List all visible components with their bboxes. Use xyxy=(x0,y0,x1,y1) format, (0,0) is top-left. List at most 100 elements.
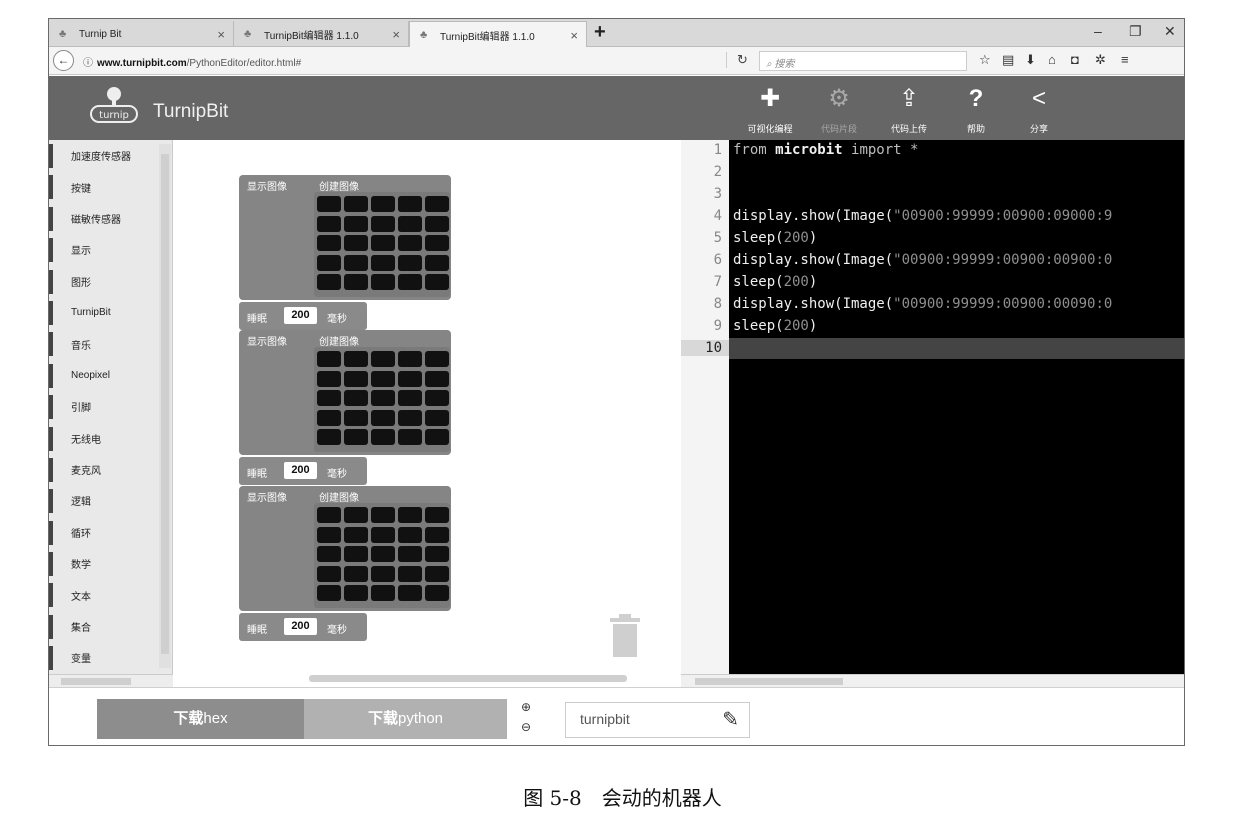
led-cell[interactable] xyxy=(371,370,395,387)
led-cell[interactable] xyxy=(398,390,422,406)
code-line[interactable]: sleep(200) xyxy=(733,274,817,290)
led-cell[interactable] xyxy=(425,507,449,523)
reload-icon[interactable]: ↻ xyxy=(726,52,748,68)
led-cell[interactable] xyxy=(425,585,449,601)
create-image-block[interactable] xyxy=(314,503,450,608)
sleep-block[interactable]: 睡眠 200 毫秒 xyxy=(239,302,367,330)
led-cell[interactable] xyxy=(317,507,341,523)
led-cell[interactable] xyxy=(398,429,422,445)
search-input[interactable]: ⌕ 搜索 xyxy=(759,51,967,71)
led-cell[interactable] xyxy=(425,526,449,543)
tab-editor-2[interactable]: ♣ TurnipBit编辑器 1.1.0 × xyxy=(409,21,587,48)
led-cell[interactable] xyxy=(398,585,422,601)
sidebar-category[interactable]: 按键 xyxy=(49,171,172,202)
led-cell[interactable] xyxy=(344,254,368,271)
led-cell[interactable] xyxy=(371,196,395,212)
sidebar-scroll-thumb[interactable] xyxy=(161,154,169,654)
led-cell[interactable] xyxy=(317,585,341,601)
led-cell[interactable] xyxy=(344,565,368,582)
led-cell[interactable] xyxy=(398,409,422,426)
code-editor[interactable]: 1 2 3 4 5 6 7 8 9 10 from microbit import * displa… xyxy=(681,140,1184,674)
led-cell[interactable] xyxy=(344,390,368,406)
pocket-icon[interactable]: ◘ xyxy=(1071,52,1079,67)
zoom-out-icon[interactable]: ⊖ xyxy=(521,720,531,734)
led-cell[interactable] xyxy=(317,351,341,367)
led-cell[interactable] xyxy=(317,254,341,271)
reading-list-icon[interactable]: ▤ xyxy=(1002,52,1014,68)
close-icon[interactable]: × xyxy=(392,27,400,42)
led-cell[interactable] xyxy=(371,526,395,543)
led-cell[interactable] xyxy=(425,254,449,271)
code-upload-button[interactable]: ⇪ 代码上传 xyxy=(879,82,939,135)
help-button[interactable]: ? 帮助 xyxy=(946,82,1006,135)
sleep-block[interactable]: 睡眠 200 毫秒 xyxy=(239,457,367,485)
led-cell[interactable] xyxy=(344,215,368,232)
led-cell[interactable] xyxy=(344,351,368,367)
led-cell[interactable] xyxy=(344,585,368,601)
led-cell[interactable] xyxy=(425,370,449,387)
zoom-in-icon[interactable]: ⊕ xyxy=(521,700,531,714)
led-cell[interactable] xyxy=(398,274,422,290)
sidebar-category[interactable]: 逻辑 xyxy=(49,485,172,516)
led-cell[interactable] xyxy=(344,274,368,290)
led-cell[interactable] xyxy=(344,507,368,523)
led-cell[interactable] xyxy=(317,196,341,212)
visual-programming-button[interactable]: ✚ 可视化编程 xyxy=(740,82,800,135)
minimize-icon[interactable]: – xyxy=(1094,23,1102,39)
create-image-block[interactable] xyxy=(314,347,450,452)
sidebar-category[interactable]: 无线电 xyxy=(49,423,172,454)
sidebar-category[interactable]: 音乐 xyxy=(49,328,172,359)
sidebar-category[interactable]: 循环 xyxy=(49,517,172,548)
code-snippets-button[interactable]: ⚙ 代码片段 xyxy=(809,82,869,135)
sleep-duration-field[interactable]: 200 xyxy=(284,618,317,635)
led-cell[interactable] xyxy=(425,274,449,290)
sidebar-category[interactable]: 集合 xyxy=(49,611,172,642)
code-line[interactable]: sleep(200) xyxy=(733,318,817,334)
menu-icon[interactable]: ≡ xyxy=(1121,52,1129,67)
code-line[interactable]: display.show(Image("00900:99999:00900:00… xyxy=(733,252,1112,268)
extension-icon[interactable]: ✲ xyxy=(1095,52,1106,68)
sidebar-category[interactable]: 文本 xyxy=(49,579,172,610)
led-cell[interactable] xyxy=(344,409,368,426)
restore-icon[interactable]: ❐ xyxy=(1129,23,1142,40)
led-cell[interactable] xyxy=(317,235,341,251)
led-cell[interactable] xyxy=(317,546,341,562)
url-bar[interactable]: ⓘ www.turnipbit.com/PythonEditor/editor.h… xyxy=(83,54,301,69)
led-cell[interactable] xyxy=(398,254,422,271)
led-cell[interactable] xyxy=(425,429,449,445)
tab-editor-1[interactable]: ♣ TurnipBit编辑器 1.1.0 × xyxy=(234,21,409,47)
led-cell[interactable] xyxy=(317,390,341,406)
led-cell[interactable] xyxy=(317,409,341,426)
led-cell[interactable] xyxy=(371,351,395,367)
sleep-duration-field[interactable]: 200 xyxy=(284,462,317,479)
sleep-block[interactable]: 睡眠 200 毫秒 xyxy=(239,613,367,641)
close-icon[interactable]: × xyxy=(570,28,578,43)
share-button[interactable]: < 分享 xyxy=(1009,82,1069,135)
editor-horizontal-thumb[interactable] xyxy=(695,678,843,685)
led-cell[interactable] xyxy=(398,196,422,212)
create-image-block[interactable] xyxy=(314,192,450,297)
pencil-icon[interactable]: ✎ xyxy=(722,707,739,732)
led-cell[interactable] xyxy=(425,409,449,426)
new-tab-button[interactable]: + xyxy=(594,21,606,44)
led-cell[interactable] xyxy=(425,351,449,367)
project-name-input[interactable]: turnipbit ✎ xyxy=(565,702,750,738)
led-cell[interactable] xyxy=(371,390,395,406)
led-cell[interactable] xyxy=(425,235,449,251)
sidebar-category[interactable]: 变量 xyxy=(49,642,172,673)
led-cell[interactable] xyxy=(317,429,341,445)
code-line[interactable]: sleep(200) xyxy=(733,230,817,246)
sidebar-horizontal-thumb[interactable] xyxy=(61,678,131,685)
led-cell[interactable] xyxy=(398,526,422,543)
led-cell[interactable] xyxy=(371,585,395,601)
led-cell[interactable] xyxy=(344,526,368,543)
led-cell[interactable] xyxy=(398,351,422,367)
sidebar-category[interactable]: Neopixel xyxy=(49,360,172,391)
led-cell[interactable] xyxy=(344,546,368,562)
led-cell[interactable] xyxy=(425,546,449,562)
sleep-duration-field[interactable]: 200 xyxy=(284,307,317,324)
led-cell[interactable] xyxy=(371,215,395,232)
led-cell[interactable] xyxy=(398,370,422,387)
led-cell[interactable] xyxy=(398,215,422,232)
show-image-block[interactable]: 显示图像 创建图像 xyxy=(239,330,451,455)
